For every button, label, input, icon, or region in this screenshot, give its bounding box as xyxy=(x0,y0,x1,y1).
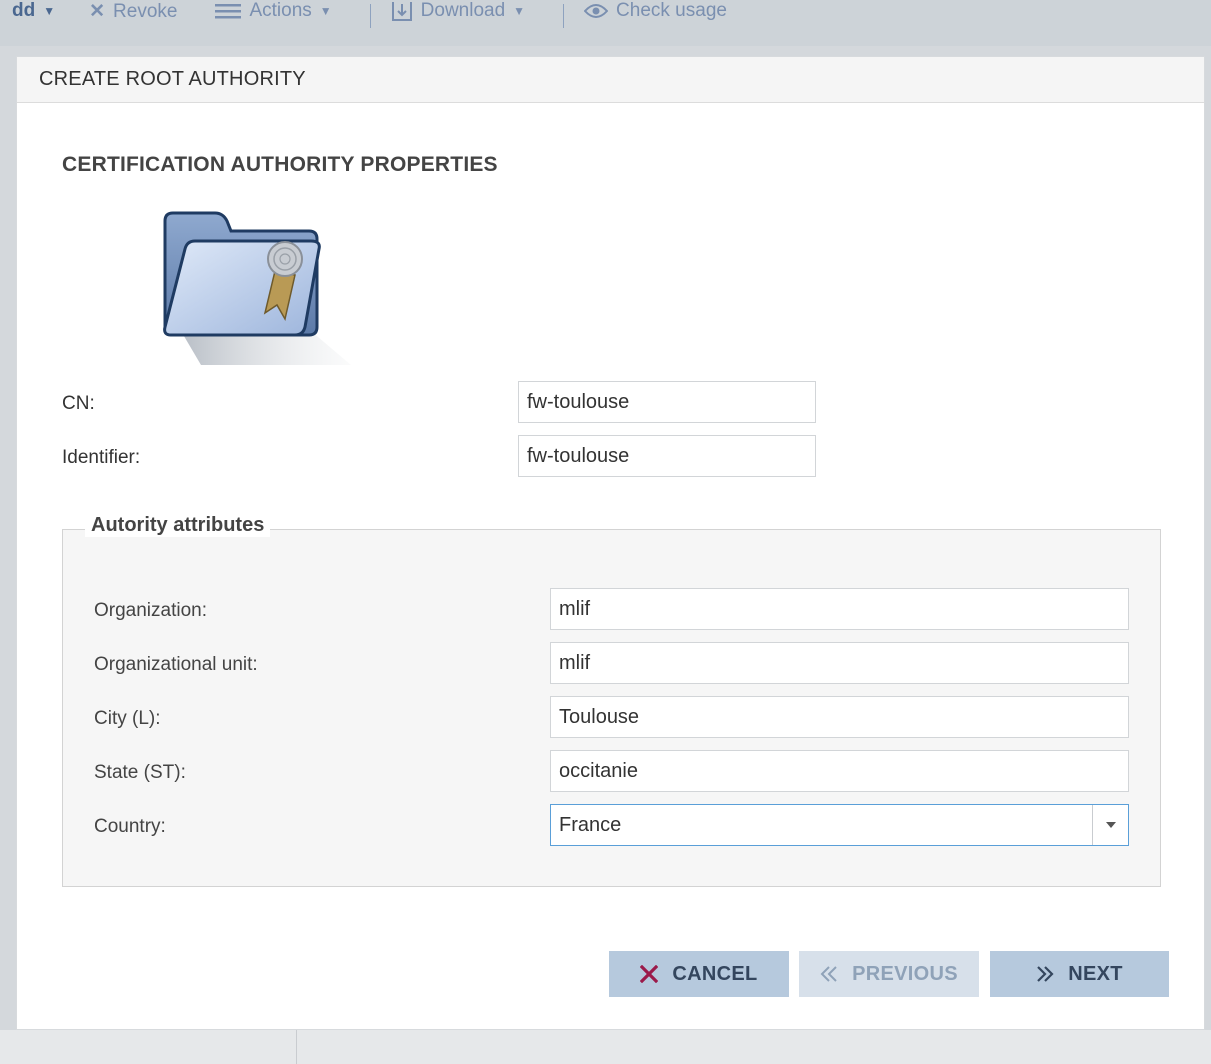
authority-attributes-fieldset: Autority attributes Organization: Organi… xyxy=(62,514,1161,887)
double-chevron-right-icon xyxy=(1037,966,1054,982)
state-label: State (ST): xyxy=(94,762,186,783)
download-menu-button[interactable]: Download ▼ xyxy=(391,0,525,22)
organization-label: Organization: xyxy=(94,600,208,621)
section-title: CERTIFICATION AUTHORITY PROPERTIES xyxy=(62,153,498,176)
country-dropdown-trigger[interactable] xyxy=(1092,805,1128,845)
fieldset-legend: Autority attributes xyxy=(85,514,271,537)
add-label: dd xyxy=(12,0,36,21)
country-value: France xyxy=(559,813,622,836)
actions-label: Actions xyxy=(249,0,312,21)
city-input[interactable] xyxy=(550,696,1129,738)
bottom-separator xyxy=(296,1030,297,1064)
org-unit-input[interactable] xyxy=(550,642,1129,684)
dialog-header: CREATE ROOT AUTHORITY xyxy=(17,57,1204,103)
state-input[interactable] xyxy=(550,750,1129,792)
actions-menu-button[interactable]: Actions ▼ xyxy=(215,0,332,22)
chevron-down-icon: ▼ xyxy=(319,4,332,18)
dialog-title: CREATE ROOT AUTHORITY xyxy=(39,68,306,90)
cn-input[interactable] xyxy=(518,381,816,423)
country-select[interactable]: France xyxy=(550,804,1129,846)
revoke-label: Revoke xyxy=(113,0,178,22)
bottom-bar xyxy=(0,1030,1211,1064)
cn-label: CN: xyxy=(62,393,95,414)
create-root-authority-dialog: CREATE ROOT AUTHORITY CERTIFICATION AUTH… xyxy=(16,56,1205,1030)
org-unit-label: Organizational unit: xyxy=(94,654,258,675)
background-toolbar: dd ▼ ✕ Revoke Actions ▼ Download ▼ Check… xyxy=(0,0,1211,46)
next-button[interactable]: NEXT xyxy=(990,951,1169,997)
identifier-input[interactable] xyxy=(518,435,816,477)
identifier-label: Identifier: xyxy=(62,447,141,468)
cancel-label: CANCEL xyxy=(672,962,758,985)
country-label: Country: xyxy=(94,816,166,837)
add-menu-button[interactable]: dd ▼ xyxy=(12,0,55,22)
cancel-button[interactable]: CANCEL xyxy=(609,951,789,997)
check-usage-label: Check usage xyxy=(616,0,727,21)
certificate-folder-icon xyxy=(163,211,351,365)
download-label: Download xyxy=(420,0,506,21)
chevron-down-icon: ▼ xyxy=(513,4,526,18)
double-chevron-left-icon xyxy=(820,966,837,982)
chevron-down-icon xyxy=(1105,822,1116,828)
close-icon xyxy=(640,965,659,983)
menu-icon xyxy=(215,4,242,19)
close-icon: ✕ xyxy=(89,1,106,22)
previous-label: PREVIOUS xyxy=(852,962,958,985)
organization-input[interactable] xyxy=(550,588,1129,630)
revoke-button[interactable]: ✕ Revoke xyxy=(89,0,177,23)
toolbar-separator xyxy=(563,4,565,28)
check-usage-button[interactable]: Check usage xyxy=(584,0,727,22)
download-icon xyxy=(391,2,412,21)
chevron-down-icon: ▼ xyxy=(43,4,56,18)
city-label: City (L): xyxy=(94,708,161,729)
next-label: NEXT xyxy=(1068,962,1123,985)
eye-icon xyxy=(584,4,609,18)
previous-button[interactable]: PREVIOUS xyxy=(799,951,979,997)
toolbar-separator xyxy=(369,4,371,28)
